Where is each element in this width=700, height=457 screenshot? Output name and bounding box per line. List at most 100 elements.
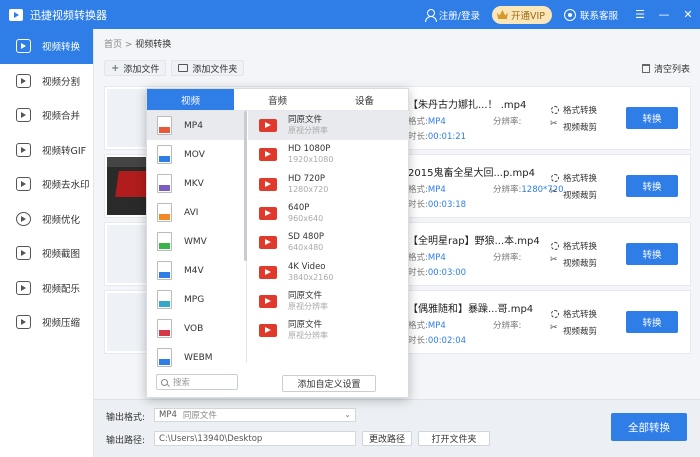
- sidebar-item-split[interactable]: 视频分割: [0, 64, 93, 99]
- trash-icon: [641, 64, 650, 73]
- tab-device[interactable]: 设备: [321, 89, 408, 110]
- sidebar-item-merge[interactable]: 视频合并: [0, 98, 93, 133]
- video-file-icon: [259, 236, 277, 250]
- user-icon[interactable]: [424, 8, 437, 22]
- file-resolution: 分辨率:: [493, 321, 522, 331]
- file-name: 2015鬼畜全星大回...p.mp4: [408, 168, 535, 179]
- video-crop-action[interactable]: 视频裁剪: [550, 187, 597, 201]
- format-convert-action[interactable]: 格式转换: [551, 308, 597, 320]
- output-format-select[interactable]: MP4 同原文件 ⌄: [154, 408, 356, 422]
- convert-button[interactable]: 转换: [626, 175, 678, 197]
- format-item-mov[interactable]: MOV: [147, 140, 246, 169]
- format-item-mpg[interactable]: MPG: [147, 285, 246, 314]
- video-crop-action[interactable]: 视频裁剪: [550, 323, 597, 337]
- login-link[interactable]: 注册/登录: [439, 8, 480, 22]
- open-folder-button[interactable]: 打开文件夹: [418, 431, 490, 446]
- headset-icon[interactable]: [563, 8, 576, 21]
- video-file-icon: [259, 119, 277, 133]
- breadcrumb-home[interactable]: 首页: [104, 40, 122, 50]
- optimize-icon: [16, 211, 31, 226]
- quality-item[interactable]: SD 480P 640x480: [248, 228, 409, 257]
- file-format-icon: [157, 203, 172, 222]
- tab-video[interactable]: 视频: [147, 89, 234, 110]
- file-resolution: 分辨率:: [493, 253, 522, 263]
- convert-button[interactable]: 转换: [626, 311, 678, 333]
- file-duration: 时长:00:03:18: [408, 200, 467, 210]
- quality-item[interactable]: 640P 960x640: [248, 199, 409, 228]
- sidebar-item-watermark[interactable]: 视频去水印: [0, 167, 93, 202]
- file-format: 格式:MP4: [408, 253, 446, 263]
- gear-icon: [551, 310, 559, 318]
- format-list: MP4 MOV MKV AVI WMV M4V MPG VOB WEBM: [147, 111, 247, 367]
- service-link[interactable]: 联系客服: [580, 8, 618, 22]
- gif-icon: [16, 142, 31, 157]
- quality-item[interactable]: HD 1080P 1920x1080: [248, 140, 409, 169]
- vip-button[interactable]: 开通VIP: [491, 5, 552, 24]
- format-item-m4v[interactable]: M4V: [147, 256, 246, 285]
- convert-button[interactable]: 转换: [626, 107, 678, 129]
- format-item-vob[interactable]: VOB: [147, 314, 246, 343]
- format-item-wmv[interactable]: WMV: [147, 227, 246, 256]
- scissors-icon: [550, 323, 559, 335]
- file-format: 格式:MP4: [408, 321, 446, 331]
- add-file-button[interactable]: + 添加文件: [104, 60, 167, 76]
- convert-all-button[interactable]: 全部转换: [611, 413, 687, 441]
- chevron-down-icon: ⌄: [344, 410, 351, 419]
- close-icon[interactable]: ✕: [676, 0, 700, 29]
- sidebar-item-gif[interactable]: 视频转GIF: [0, 133, 93, 168]
- quality-item[interactable]: 同原文件 原视分辨率: [248, 111, 409, 141]
- format-search-input[interactable]: 搜索: [156, 374, 238, 390]
- file-name: 【全明星rap】野狼...本.mp4: [408, 236, 540, 247]
- format-convert-action[interactable]: 格式转换: [551, 104, 597, 116]
- format-convert-action[interactable]: 格式转换: [551, 240, 597, 252]
- sidebar-item-label: 视频合并: [42, 111, 81, 123]
- video-crop-action[interactable]: 视频裁剪: [550, 119, 597, 133]
- app-logo-icon: [9, 8, 23, 21]
- format-item-mp4[interactable]: MP4: [147, 111, 246, 140]
- video-crop-action[interactable]: 视频裁剪: [550, 255, 597, 269]
- sidebar-item-optimize[interactable]: 视频优化: [0, 202, 93, 237]
- sidebar-item-music[interactable]: 视频配乐: [0, 271, 93, 306]
- format-picker-popup: 视频 音频 设备 MP4 MOV MKV AVI WMV M4V MPG VOB…: [146, 88, 409, 398]
- format-item-avi[interactable]: AVI: [147, 198, 246, 227]
- toolbar: + 添加文件 添加文件夹: [104, 60, 249, 76]
- convert-button[interactable]: 转换: [626, 243, 678, 265]
- add-folder-button[interactable]: 添加文件夹: [171, 60, 245, 76]
- quality-item[interactable]: 同原文件 原视分辨率: [248, 287, 409, 316]
- title-bar-actions: 注册/登录 开通VIP 联系客服 ☰ — ✕: [424, 0, 700, 29]
- minimize-icon[interactable]: —: [652, 0, 676, 29]
- tab-audio[interactable]: 音频: [234, 89, 321, 110]
- quality-item[interactable]: HD 720P 1280x720: [248, 170, 409, 199]
- sidebar-item-screenshot[interactable]: 视频截图: [0, 236, 93, 271]
- sidebar-item-label: 视频去水印: [42, 180, 90, 192]
- menu-icon[interactable]: ☰: [628, 0, 652, 29]
- crown-icon: [496, 10, 508, 19]
- sidebar-item-label: 视频分割: [42, 76, 81, 88]
- format-item-mkv[interactable]: MKV: [147, 169, 246, 198]
- quality-item[interactable]: 同原文件 原视分辨率: [248, 316, 409, 345]
- sidebar-item-convert[interactable]: 视频转换: [0, 29, 93, 64]
- output-settings-bar: 输出格式: MP4 同原文件 ⌄ 输出路径: C:\Users\13940\De…: [94, 399, 700, 457]
- format-list-scrollbar[interactable]: [244, 111, 247, 261]
- sidebar-item-label: 视频转GIF: [42, 145, 87, 157]
- breadcrumb-current: 视频转换: [135, 40, 172, 50]
- format-item-webm[interactable]: WEBM: [147, 343, 246, 372]
- file-format: 格式:MP4: [408, 185, 446, 195]
- scissors-icon: [550, 187, 559, 199]
- clear-list-button[interactable]: 清空列表: [641, 62, 690, 75]
- screenshot-icon: [16, 246, 31, 261]
- format-convert-action[interactable]: 格式转换: [551, 172, 597, 184]
- sidebar-item-label: 视频压缩: [42, 318, 81, 330]
- file-duration: 时长:00:03:00: [408, 268, 467, 278]
- output-path-field[interactable]: C:\Users\13940\Desktop: [154, 431, 356, 446]
- add-custom-setting-button[interactable]: 添加自定义设置: [282, 375, 376, 392]
- change-path-button[interactable]: 更改路径: [362, 431, 412, 446]
- quality-item[interactable]: 4K Video 3840x2160: [248, 257, 409, 286]
- file-duration: 时长:00:01:21: [408, 132, 467, 142]
- file-format-icon: [157, 319, 172, 338]
- video-file-icon: [259, 177, 277, 191]
- breadcrumb-separator: >: [122, 40, 136, 50]
- sidebar: 视频转换 视频分割 视频合并 视频转GIF 视频去水印 视频优化 视频截图 视频…: [0, 29, 94, 457]
- split-icon: [16, 73, 31, 88]
- sidebar-item-compress[interactable]: 视频压缩: [0, 305, 93, 340]
